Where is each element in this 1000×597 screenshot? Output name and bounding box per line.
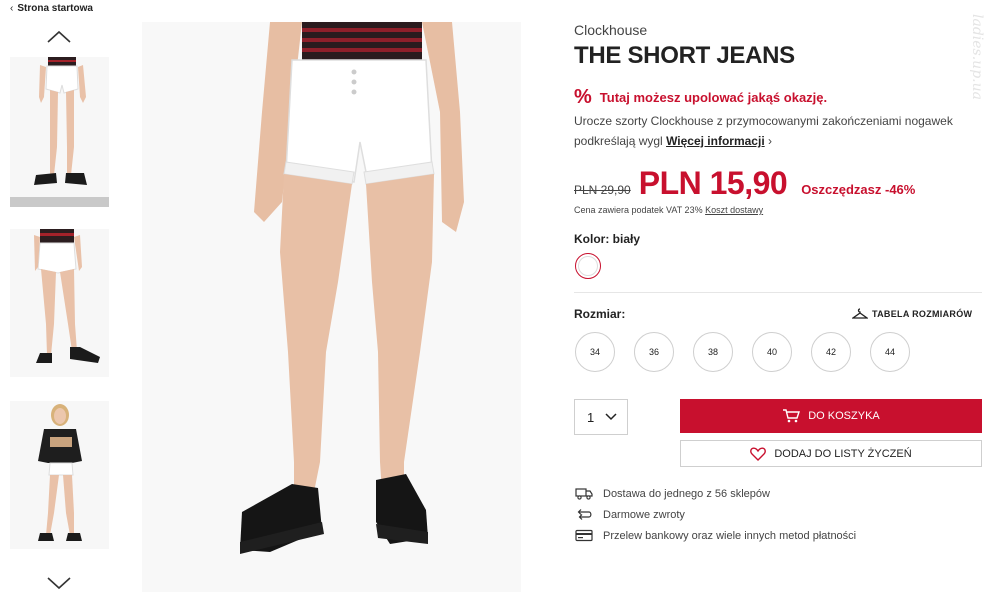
add-to-cart-button[interactable]: DO KOSZYKA xyxy=(680,399,982,433)
product-brand[interactable]: Clockhouse xyxy=(574,22,647,38)
size-option-38[interactable]: 38 xyxy=(693,332,733,372)
size-option-34[interactable]: 34 xyxy=(575,332,615,372)
color-swatch-white[interactable] xyxy=(575,253,601,279)
size-option-36[interactable]: 36 xyxy=(634,332,674,372)
chevron-down-icon xyxy=(47,577,71,590)
quantity-select[interactable]: 1 xyxy=(574,399,628,435)
hanger-icon xyxy=(852,308,868,319)
product-thumbnail-image xyxy=(10,57,109,197)
breadcrumb[interactable]: ‹ Strona startowa xyxy=(10,3,93,14)
feature-delivery: Dostawa do jednego z 56 sklepów xyxy=(574,483,856,504)
watermark: ladies.up.ua xyxy=(969,14,985,100)
savings-badge: Oszczędzasz -46% xyxy=(801,182,916,197)
gallery-down-arrow[interactable] xyxy=(46,574,72,592)
old-price: PLN 29,90 xyxy=(574,183,631,197)
add-to-wishlist-label: DODAJ DO LISTY ŻYCZEŃ xyxy=(774,447,912,460)
quantity-value: 1 xyxy=(587,409,595,425)
features-list: Dostawa do jednego z 56 sklepów Darmowe … xyxy=(574,483,856,546)
heart-icon xyxy=(750,446,767,461)
feature-payment-text: Przelew bankowy oraz wiele innych metod … xyxy=(603,529,857,542)
size-options: 34 36 38 40 42 44 xyxy=(575,332,910,372)
size-option-42[interactable]: 42 xyxy=(811,332,851,372)
add-to-cart-label: DO KOSZYKA xyxy=(808,410,880,422)
feature-delivery-text: Dostawa do jednego z 56 sklepów xyxy=(603,487,770,500)
chevron-left-icon: ‹ xyxy=(10,3,14,14)
divider xyxy=(574,292,982,293)
truck-icon xyxy=(574,487,593,500)
chevron-right-icon: › xyxy=(768,134,772,148)
color-label: Kolor: biały xyxy=(574,232,641,246)
thumbnail-model[interactable] xyxy=(10,401,109,549)
thumbnail-front[interactable] xyxy=(10,57,109,207)
swatch-fill xyxy=(578,256,598,276)
product-description: Urocze szorty Clockhouse z przymocowanym… xyxy=(574,111,974,151)
vat-note: Cena zawiera podatek VAT 23% Koszt dosta… xyxy=(574,205,763,215)
promo-text: Tutaj możesz upolować jakąś okazję. xyxy=(599,89,828,105)
feature-returns-text: Darmowe zwroty xyxy=(603,508,685,521)
product-photo xyxy=(142,22,521,592)
feature-payment: Przelew bankowy oraz wiele innych metod … xyxy=(574,525,856,546)
product-thumbnail-image xyxy=(10,229,109,377)
size-label: Rozmiar: xyxy=(574,307,626,321)
product-thumbnail-image xyxy=(10,401,109,549)
more-info-link[interactable]: Więcej informacji xyxy=(666,134,765,148)
vat-text: Cena zawiera podatek VAT 23% xyxy=(574,205,703,215)
price-row: PLN 29,90 PLN 15,90 Oszczędzasz -46% xyxy=(574,165,984,202)
promo-banner: % Tutaj możesz upolować jakąś okazję. xyxy=(574,87,827,107)
size-chart-link[interactable]: TABELA ROZMIARÓW xyxy=(852,308,972,320)
current-price: PLN 15,90 xyxy=(638,165,788,201)
size-option-40[interactable]: 40 xyxy=(752,332,792,372)
cart-icon xyxy=(783,409,801,423)
chevron-up-icon xyxy=(47,30,71,43)
breadcrumb-label: Strona startowa xyxy=(17,3,93,14)
feature-returns: Darmowe zwroty xyxy=(574,504,856,525)
main-product-image[interactable] xyxy=(142,22,521,592)
thumbnail-back[interactable] xyxy=(10,229,109,377)
return-icon xyxy=(574,508,593,521)
product-title: THE SHORT JEANS xyxy=(574,42,795,69)
percent-icon: % xyxy=(574,86,592,108)
add-to-wishlist-button[interactable]: DODAJ DO LISTY ŻYCZEŃ xyxy=(680,440,982,467)
gallery-up-arrow[interactable] xyxy=(46,28,72,46)
size-chart-label: TABELA ROZMIARÓW xyxy=(872,309,973,319)
shipping-cost-link[interactable]: Koszt dostawy xyxy=(705,205,763,215)
chevron-down-icon xyxy=(605,413,617,421)
card-icon xyxy=(574,529,593,542)
size-option-44[interactable]: 44 xyxy=(870,332,910,372)
